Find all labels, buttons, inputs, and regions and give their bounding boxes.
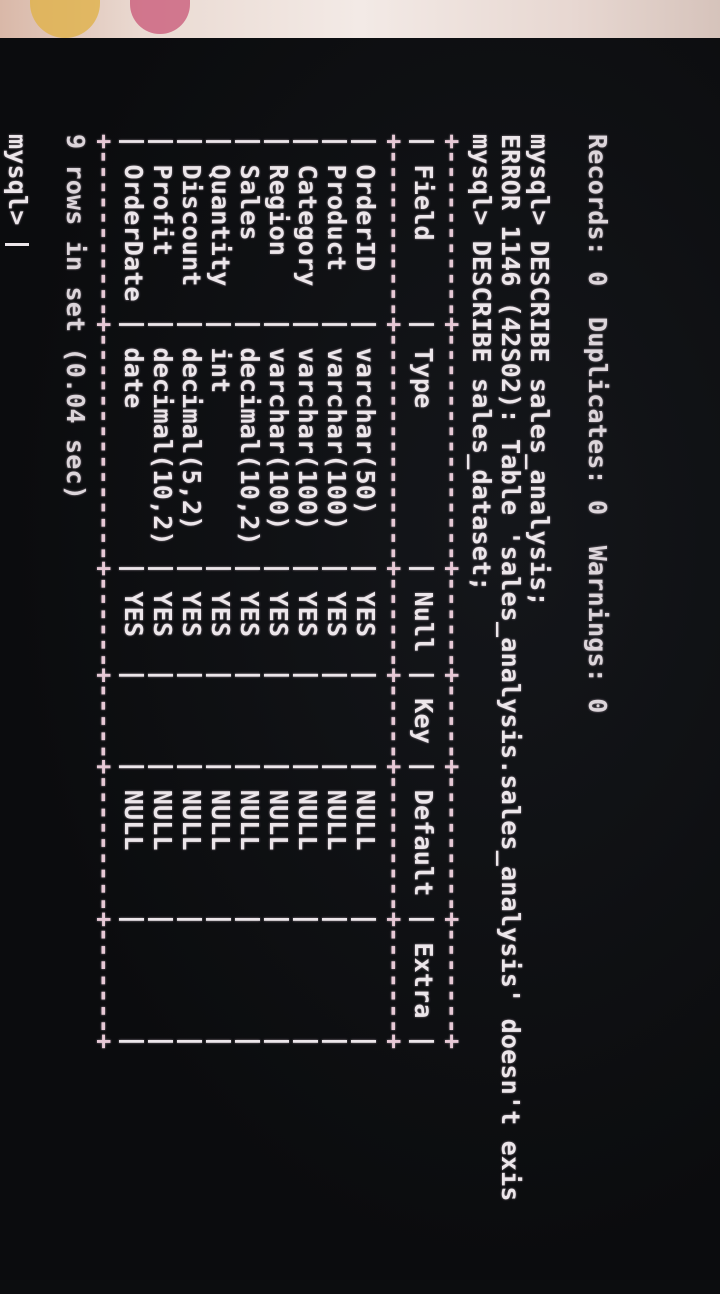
table-row: | Category | varchar(100) | YES | | NULL…: [293, 134, 322, 1050]
terminal-prompt: mysql>: [3, 134, 32, 241]
table-row: | Region | varchar(100) | YES | | NULL |…: [264, 134, 293, 1050]
table-row: | Profit | decimal(10,2) | YES | | NULL …: [148, 134, 177, 1050]
text-cursor: [5, 242, 29, 246]
terminal-line-command: mysql> DESCRIBE sales_analysis;: [525, 134, 554, 607]
table-row: | Product | varchar(100) | YES | | NULL …: [322, 134, 351, 1050]
terminal-window[interactable]: Records: 0 Duplicates: 0 Warnings: 0 mys…: [3, 134, 612, 1294]
background-decoration: [30, 0, 100, 38]
table-header-row: | Field | Type | Null | Key | Default | …: [409, 134, 438, 1050]
photo-background: [0, 0, 720, 40]
table-border-bottom: +-----------+---------------+------+----…: [90, 134, 119, 1050]
table-row: | OrderDate | date | YES | | NULL | |: [119, 134, 148, 1050]
table-row: | Sales | decimal(10,2) | YES | | NULL |…: [235, 134, 264, 1050]
background-decoration: [130, 0, 190, 34]
table-row: | Discount | decimal(5,2) | YES | | NULL…: [177, 134, 206, 1050]
terminal-line-error: ERROR 1146 (42S02): Table 'sales_analysi…: [496, 134, 525, 1202]
terminal-line-command: mysql> DESCRIBE sales_dataset;: [467, 134, 496, 592]
table-border-mid: +-----------+---------------+------+----…: [380, 134, 409, 1050]
table-row: | OrderID | varchar(50) | YES | | NULL |…: [351, 134, 380, 1050]
query-result-summary: 9 rows in set (0.04 sec): [61, 134, 90, 501]
table-row: | Quantity | int | YES | | NULL | |: [206, 134, 235, 1050]
table-border-top: +-----------+---------------+------+----…: [438, 134, 467, 1050]
terminal-line-records: Records: 0 Duplicates: 0 Warnings: 0: [583, 134, 612, 714]
terminal-prompt-line[interactable]: mysql>: [3, 134, 32, 1294]
monitor-screen: Records: 0 Duplicates: 0 Warnings: 0 mys…: [0, 38, 720, 1280]
